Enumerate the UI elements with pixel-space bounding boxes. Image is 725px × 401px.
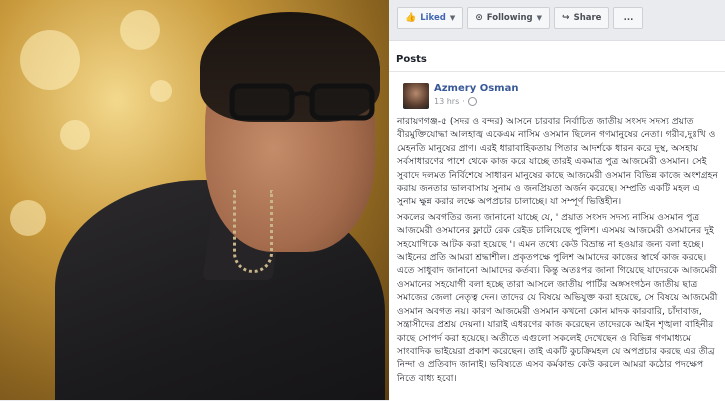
rss-icon: ⊙ <box>475 13 483 23</box>
post-meta: 13 hrs · <box>434 97 477 106</box>
posts-panel: Posts Azmery Osman 13 hrs · নারায়ণগঞ্জ-… <box>389 40 725 401</box>
following-label: Following <box>486 13 533 23</box>
profile-photo <box>0 0 389 400</box>
liked-label: Liked <box>420 13 446 23</box>
glasses <box>229 83 375 121</box>
post-time[interactable]: 13 hrs <box>434 97 459 106</box>
liked-button[interactable]: 👍 Liked ▼ <box>397 7 464 29</box>
post-paragraph: সকলের অবগতির জন্য জানানো যাচ্ছে যে, ' প্… <box>397 211 718 384</box>
more-options-button[interactable]: ... <box>613 7 644 29</box>
chevron-down-icon: ▼ <box>536 14 543 22</box>
globe-icon <box>467 97 477 106</box>
page-action-bar: 👍 Liked ▼ ⊙ Following ▼ ↪ Share ... <box>397 7 644 29</box>
post-body: নারায়ণগঞ্জ-৫ (সদর ও বন্দর) আসনে চারবার … <box>397 115 719 387</box>
chevron-down-icon: ▼ <box>449 14 456 22</box>
thumbs-up-icon: 👍 <box>405 13 417 23</box>
share-label: Share <box>573 13 602 23</box>
divider <box>389 71 725 72</box>
post-author[interactable]: Azmery Osman <box>434 83 518 94</box>
author-avatar[interactable] <box>403 83 429 109</box>
post-paragraph: নারায়ণগঞ্জ-৫ (সদর ও বন্দর) আসনে চারবার … <box>397 116 718 208</box>
following-button[interactable]: ⊙ Following ▼ <box>467 7 551 29</box>
panel-title: Posts <box>396 54 427 65</box>
more-label: ... <box>623 13 634 23</box>
share-button[interactable]: ↪ Share <box>554 7 610 29</box>
share-icon: ↪ <box>562 13 570 23</box>
